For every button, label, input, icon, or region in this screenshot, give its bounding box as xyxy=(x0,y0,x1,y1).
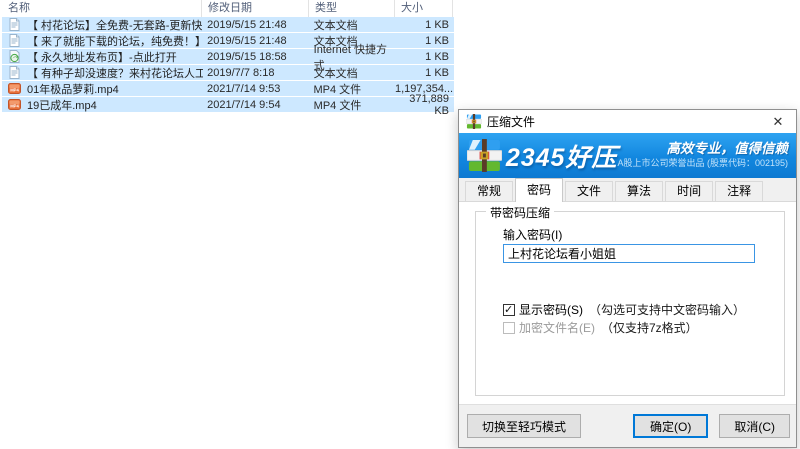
file-row[interactable]: 【 村花论坛】全免费-无套路-更新快.txt2019/5/15 21:48文本文… xyxy=(2,17,454,32)
file-row[interactable]: MP419已成年.mp42021/7/14 9:54MP4 文件371,889 … xyxy=(2,97,454,112)
groupbox-title: 带密码压缩 xyxy=(486,204,554,221)
file-list-header: 名称 修改日期 类型 大小 xyxy=(0,0,455,17)
text-file-icon xyxy=(8,66,21,79)
file-size: 1 KB xyxy=(395,51,454,63)
brand-subslogan: A股上市公司荣誉出品 (股票代码：002195) xyxy=(617,158,788,169)
password-input[interactable] xyxy=(503,244,755,263)
desktop: 名称 修改日期 类型 大小 【 村花论坛】全免费-无套路-更新快.txt2019… xyxy=(0,0,800,449)
tab-注释[interactable]: 注释 xyxy=(715,181,763,201)
file-rows: 【 村花论坛】全免费-无套路-更新快.txt2019/5/15 21:48文本文… xyxy=(0,17,455,112)
column-header-name[interactable]: 名称 xyxy=(0,0,202,17)
password-label: 输入密码(I) xyxy=(503,226,562,243)
compress-dialog: 压缩文件 ✕ 2345好压 高效专业，值得信赖 A股上市公司荣誉出品 (股票代码… xyxy=(458,109,797,448)
file-modified-date: 2021/7/14 9:54 xyxy=(203,99,310,111)
tab-常规[interactable]: 常规 xyxy=(465,181,513,201)
file-type: MP4 文件 xyxy=(309,81,395,97)
show-password-option[interactable]: 显示密码(S) （勾选可支持中文密码输入） xyxy=(503,301,745,318)
svg-text:MP4: MP4 xyxy=(10,103,19,108)
file-row[interactable]: 【 永久地址发布页】-点此打开2019/5/15 18:58Internet 快… xyxy=(2,49,454,64)
mp4-file-icon: MP4 xyxy=(8,98,21,111)
file-type: MP4 文件 xyxy=(310,97,396,113)
tab-密码[interactable]: 密码 xyxy=(515,178,563,202)
dialog-title: 压缩文件 xyxy=(487,113,535,130)
show-password-label: 显示密码(S) xyxy=(519,301,583,318)
file-modified-date: 2019/5/15 18:58 xyxy=(203,51,310,63)
file-name: 【 有种子却没速度？来村花论坛人工加... xyxy=(27,65,203,81)
file-modified-date: 2019/7/7 8:18 xyxy=(203,67,310,79)
file-type: 文本文档 xyxy=(310,17,396,33)
file-modified-date: 2019/5/15 21:48 xyxy=(203,35,310,47)
file-size: 1 KB xyxy=(395,67,454,79)
dialog-footer: 切换至轻巧模式 确定(O) 取消(C) xyxy=(459,404,796,447)
file-size: 371,889 KB xyxy=(395,93,454,117)
file-type: 文本文档 xyxy=(310,65,396,81)
brand-slogans: 高效专业，值得信赖 A股上市公司荣誉出品 (股票代码：002195) xyxy=(617,141,788,169)
checkbox-unchecked-icon[interactable] xyxy=(503,322,515,334)
file-size: 1 KB xyxy=(395,19,454,31)
haozip-logo-icon xyxy=(467,138,502,173)
ok-button[interactable]: 确定(O) xyxy=(633,414,708,438)
close-icon[interactable]: ✕ xyxy=(766,112,790,132)
file-name: 01年极品萝莉.mp4 xyxy=(27,81,203,97)
dialog-tabstrip: 常规密码文件算法时间注释 xyxy=(459,178,796,202)
cancel-button[interactable]: 取消(C) xyxy=(719,414,790,438)
show-password-hint: （勾选可支持中文密码输入） xyxy=(589,301,745,318)
tab-时间[interactable]: 时间 xyxy=(665,181,713,201)
password-groupbox: 带密码压缩 输入密码(I) 显示密码(S) （勾选可支持中文密码输入） 加密文件… xyxy=(475,211,785,396)
tab-文件[interactable]: 文件 xyxy=(565,181,613,201)
switch-mode-button[interactable]: 切换至轻巧模式 xyxy=(467,414,581,438)
tab-算法[interactable]: 算法 xyxy=(615,181,663,201)
column-header-date[interactable]: 修改日期 xyxy=(202,0,309,17)
dialog-titlebar[interactable]: 压缩文件 ✕ xyxy=(459,110,796,133)
checkbox-checked-icon[interactable] xyxy=(503,304,515,316)
column-header-size[interactable]: 大小 xyxy=(395,0,453,17)
file-row[interactable]: 【 有种子却没速度？来村花论坛人工加...2019/7/7 8:18文本文档1 … xyxy=(2,65,454,80)
svg-text:MP4: MP4 xyxy=(10,87,19,92)
haozip-logo-icon xyxy=(466,114,482,129)
file-modified-date: 2019/5/15 21:48 xyxy=(203,19,310,31)
file-size: 1 KB xyxy=(395,35,454,47)
file-name: 【 永久地址发布页】-点此打开 xyxy=(27,49,203,65)
internet-shortcut-icon xyxy=(8,50,21,63)
column-header-type[interactable]: 类型 xyxy=(309,0,395,17)
file-name: 【 村花论坛】全免费-无套路-更新快.txt xyxy=(27,17,203,33)
file-name: 【 来了就能下载的论坛，纯免费！】.txt xyxy=(27,33,203,49)
password-tabpage: 带密码压缩 输入密码(I) 显示密码(S) （勾选可支持中文密码输入） 加密文件… xyxy=(459,202,796,404)
brand-name: 2345好压 xyxy=(506,138,618,174)
text-file-icon xyxy=(8,34,21,47)
mp4-file-icon: MP4 xyxy=(8,82,21,95)
brand-slogan: 高效专业，值得信赖 xyxy=(617,141,788,158)
file-list: 名称 修改日期 类型 大小 【 村花论坛】全免费-无套路-更新快.txt2019… xyxy=(0,0,455,113)
encrypt-names-option[interactable]: 加密文件名(E) （仅支持7z格式） xyxy=(503,319,698,336)
file-row[interactable]: MP401年极品萝莉.mp42021/7/14 9:53MP4 文件1,197,… xyxy=(2,81,454,96)
encrypt-names-label: 加密文件名(E) xyxy=(519,319,595,336)
brand-banner: 2345好压 高效专业，值得信赖 A股上市公司荣誉出品 (股票代码：002195… xyxy=(459,133,796,178)
text-file-icon xyxy=(8,18,21,31)
encrypt-names-hint: （仅支持7z格式） xyxy=(601,319,698,336)
file-modified-date: 2021/7/14 9:53 xyxy=(203,83,309,95)
file-name: 19已成年.mp4 xyxy=(27,97,203,113)
